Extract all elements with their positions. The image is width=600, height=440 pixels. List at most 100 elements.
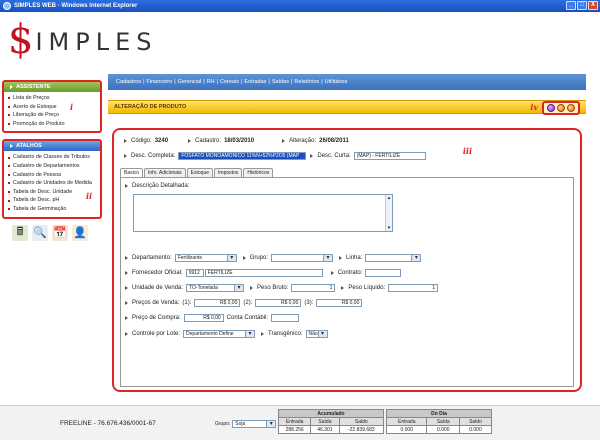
menu-entradas[interactable]: Entradas: [244, 79, 266, 85]
fornecedor-code-input[interactable]: 9912: [185, 269, 204, 277]
alteracao-label: Alteração:: [282, 138, 316, 144]
save-button[interactable]: [557, 104, 565, 112]
close-button[interactable]: X: [588, 1, 598, 10]
transgenico-label: Transgênico:: [261, 331, 303, 337]
assistente-header[interactable]: ASSISTENTE: [4, 82, 100, 92]
atalhos-panel: ATALHOS Cadastro de Classes de Tributos …: [2, 139, 102, 219]
tab-basico[interactable]: Basico: [120, 168, 144, 177]
company-info: FREELINE - 76.676.436/0001-67: [60, 420, 156, 427]
sidebar-item-label: Lista de Preços: [13, 95, 50, 101]
arrow-right-icon: [125, 286, 128, 290]
minimize-button[interactable]: _: [566, 1, 576, 10]
arrow-right-icon: [125, 301, 128, 305]
app-logo: $ IMPLES: [8, 20, 157, 60]
tab-historicos[interactable]: Históricos: [243, 168, 274, 177]
grupo-filter-select[interactable]: Soja: [232, 420, 277, 428]
sidebar-item-germinacao[interactable]: Tabela de Germinação: [8, 205, 98, 214]
sidebar-item-desc-ph[interactable]: Tabela de Desc. pH: [8, 196, 98, 205]
controle-select[interactable]: Departamento Define: [183, 330, 256, 338]
descricao-textarea[interactable]: [133, 194, 393, 232]
menu-separator: |: [203, 79, 205, 85]
user-icon[interactable]: 👤: [72, 224, 88, 241]
bullet-icon: [8, 114, 10, 117]
arrow-right-icon: [125, 271, 128, 275]
search-icon[interactable]: 🔍: [32, 224, 48, 241]
precos-row: Preços de Venda: (1): R$ 0,00 (2): R$ 0,…: [125, 299, 363, 307]
tab-info-adicionais[interactable]: Info. Adicionais: [144, 168, 186, 177]
sidebar-item-unidades-medida[interactable]: Cadastro de Unidades de Medida: [8, 179, 98, 188]
menu-cereais[interactable]: Cereais: [220, 79, 239, 85]
dodia-table: Do Dia Entrada Saída Saldo 0.000 0.000 0…: [385, 409, 493, 434]
menu-saidas[interactable]: Saídas: [272, 79, 289, 85]
section-title: ALTERAÇÃO DE PRODUTO: [114, 104, 187, 110]
menu-rh[interactable]: RH: [207, 79, 215, 85]
tab-estoque[interactable]: Estoque: [186, 168, 214, 177]
help-button[interactable]: [547, 104, 555, 112]
departamento-select[interactable]: Fertilizante: [174, 254, 237, 262]
atalhos-header[interactable]: ATALHOS: [4, 141, 100, 152]
linha-select[interactable]: [365, 254, 422, 262]
preco2-label: (2):: [243, 300, 253, 306]
fornecedor-name-input[interactable]: FERTILIZE: [204, 269, 323, 277]
bullet-icon: [8, 173, 10, 176]
contrato-input[interactable]: [365, 269, 402, 277]
transgenico-select[interactable]: Não: [305, 330, 328, 338]
window-controls: _ □ X: [566, 1, 598, 10]
arrow-right-icon: [125, 184, 128, 188]
menu-cadastros[interactable]: Cadastros: [116, 79, 141, 85]
peso-bruto-label: Peso Bruto:: [250, 285, 288, 291]
unidade-select[interactable]: TO-Tonelada: [186, 284, 245, 292]
bullet-icon: [8, 191, 10, 194]
preco1-label: (1):: [182, 300, 192, 306]
arrow-right-icon: [124, 139, 127, 143]
conta-input[interactable]: [271, 314, 300, 322]
grupo-select[interactable]: [271, 254, 334, 262]
preco-compra-input[interactable]: R$ 0,00: [183, 314, 224, 322]
desc-curta-input[interactable]: (MAP) - FERTILIZE: [353, 152, 426, 160]
sidebar-item-label: Cadastro de Unidades de Medida: [13, 180, 92, 187]
menu-separator: |: [174, 79, 176, 85]
sidebar-item-classes-tributos[interactable]: Cadastro de Classes de Tributos: [8, 153, 98, 162]
annotation-marker-ii: ii: [86, 191, 93, 202]
maximize-button[interactable]: □: [577, 1, 587, 10]
arrow-right-icon: [188, 139, 192, 143]
sidebar: ASSISTENTE Lista de Preços Acerto de Est…: [2, 80, 102, 241]
arrow-right-icon: [282, 139, 286, 143]
peso-liquido-input[interactable]: 1: [388, 284, 439, 292]
grupo-label: Grupo:: [242, 255, 268, 261]
codigo-value: 3240: [154, 138, 169, 144]
preco2-input[interactable]: R$ 0,00: [255, 299, 302, 307]
menu-separator: |: [240, 79, 243, 85]
menu-gerencial[interactable]: Gerencial: [178, 79, 202, 85]
menu-financeiro[interactable]: Financeiro: [147, 79, 173, 85]
controle-label: Controle por Lote:: [125, 331, 180, 337]
window-title: SIMPLES WEB - Windows Internet Explorer: [14, 3, 138, 9]
preco3-input[interactable]: R$ 0,00: [316, 299, 363, 307]
sidebar-item-desc-unidade[interactable]: Tabela de Desc. Unidade: [8, 188, 98, 197]
fornecedor-label: Fornecedor Oficial:: [125, 270, 183, 276]
bullet-icon: [8, 105, 10, 108]
menu-relatorios[interactable]: Relatórios: [294, 79, 319, 85]
textarea-scrollbar[interactable]: [385, 195, 392, 231]
grupo-filter-label: Grupo:: [215, 421, 231, 427]
sidebar-item-acerto-estoque[interactable]: Acerto de Estoque: [8, 103, 98, 112]
peso-bruto-input[interactable]: 1: [291, 284, 336, 292]
dodia-saida: 0.000: [426, 425, 460, 434]
descricao-label: Descrição Detalhada:: [125, 183, 189, 189]
tab-impostos[interactable]: Impostos: [214, 168, 243, 177]
bullet-icon: [8, 208, 10, 211]
sidebar-item-pessoa[interactable]: Cadastro de Pessoa: [8, 171, 98, 180]
desc-completa-input[interactable]: FOSFATO MONOAMONICO 11%N+52%P2O5 (MAP: [178, 152, 307, 160]
linha-label: Linha:: [339, 255, 362, 261]
sidebar-item-liberacao-preco[interactable]: Liberação de Preço: [8, 111, 98, 120]
preco1-input[interactable]: R$ 0,00: [194, 299, 241, 307]
calculator-icon[interactable]: 🖩: [12, 224, 28, 241]
menu-utilitarios[interactable]: Utilitários: [325, 79, 348, 85]
back-button[interactable]: [567, 104, 575, 112]
calendar-icon[interactable]: 📅: [52, 224, 68, 241]
arrow-right-icon: [310, 154, 314, 158]
sidebar-item-lista-precos[interactable]: Lista de Preços: [8, 94, 98, 103]
sidebar-item-promocao-produto[interactable]: Promoção do Produto: [8, 120, 98, 129]
cadastro-label: Cadastro:: [188, 138, 221, 144]
sidebar-item-departamentos[interactable]: Cadastro de Departamentos: [8, 162, 98, 171]
